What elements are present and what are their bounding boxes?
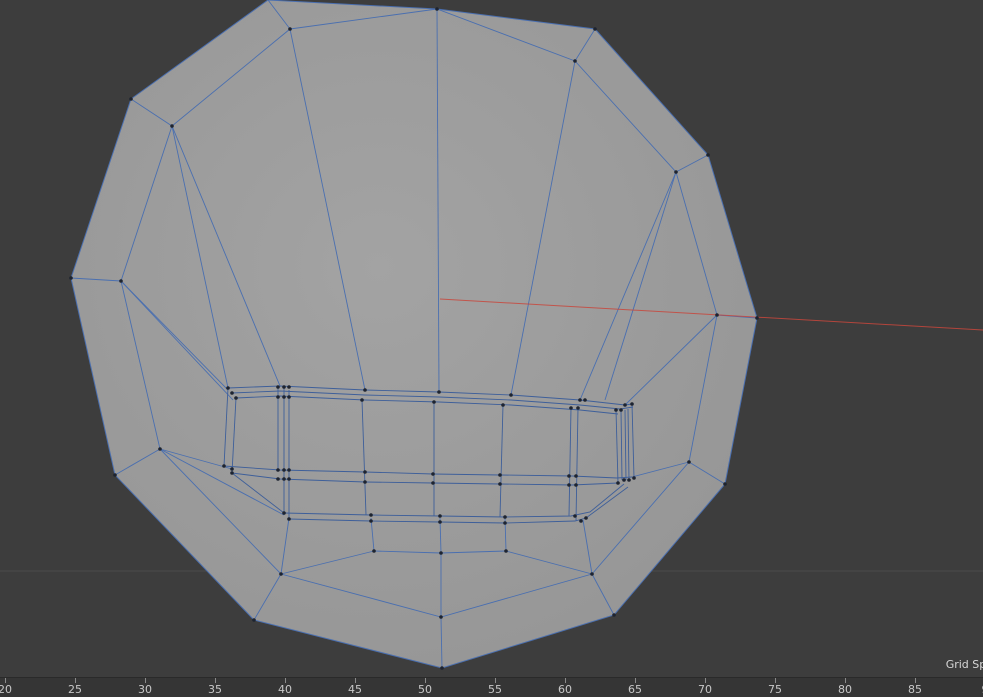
grid-spacing-label: Grid Spa	[945, 658, 983, 671]
ruler-label: 65	[628, 683, 642, 696]
ruler-label: 60	[558, 683, 572, 696]
ruler-label: 50	[418, 683, 432, 696]
ruler-label: 75	[768, 683, 782, 696]
ruler-label: 35	[208, 683, 222, 696]
ruler-label: 30	[138, 683, 152, 696]
bottom-ruler: 20253035404550556065707580859	[0, 677, 983, 697]
ruler-label: 40	[278, 683, 292, 696]
3d-viewport[interactable]: Grid Spa 20253035404550556065707580859	[0, 0, 983, 697]
ruler-label: 25	[68, 683, 82, 696]
mesh-outer-face	[70, 0, 758, 669]
ruler-label: 20	[0, 683, 12, 696]
ruler-label: 55	[488, 683, 502, 696]
mesh-wireframe[interactable]	[0, 0, 983, 697]
ruler-label: 80	[838, 683, 852, 696]
ruler-label: 70	[698, 683, 712, 696]
ruler-label: 45	[348, 683, 362, 696]
ruler-label: 85	[908, 683, 922, 696]
